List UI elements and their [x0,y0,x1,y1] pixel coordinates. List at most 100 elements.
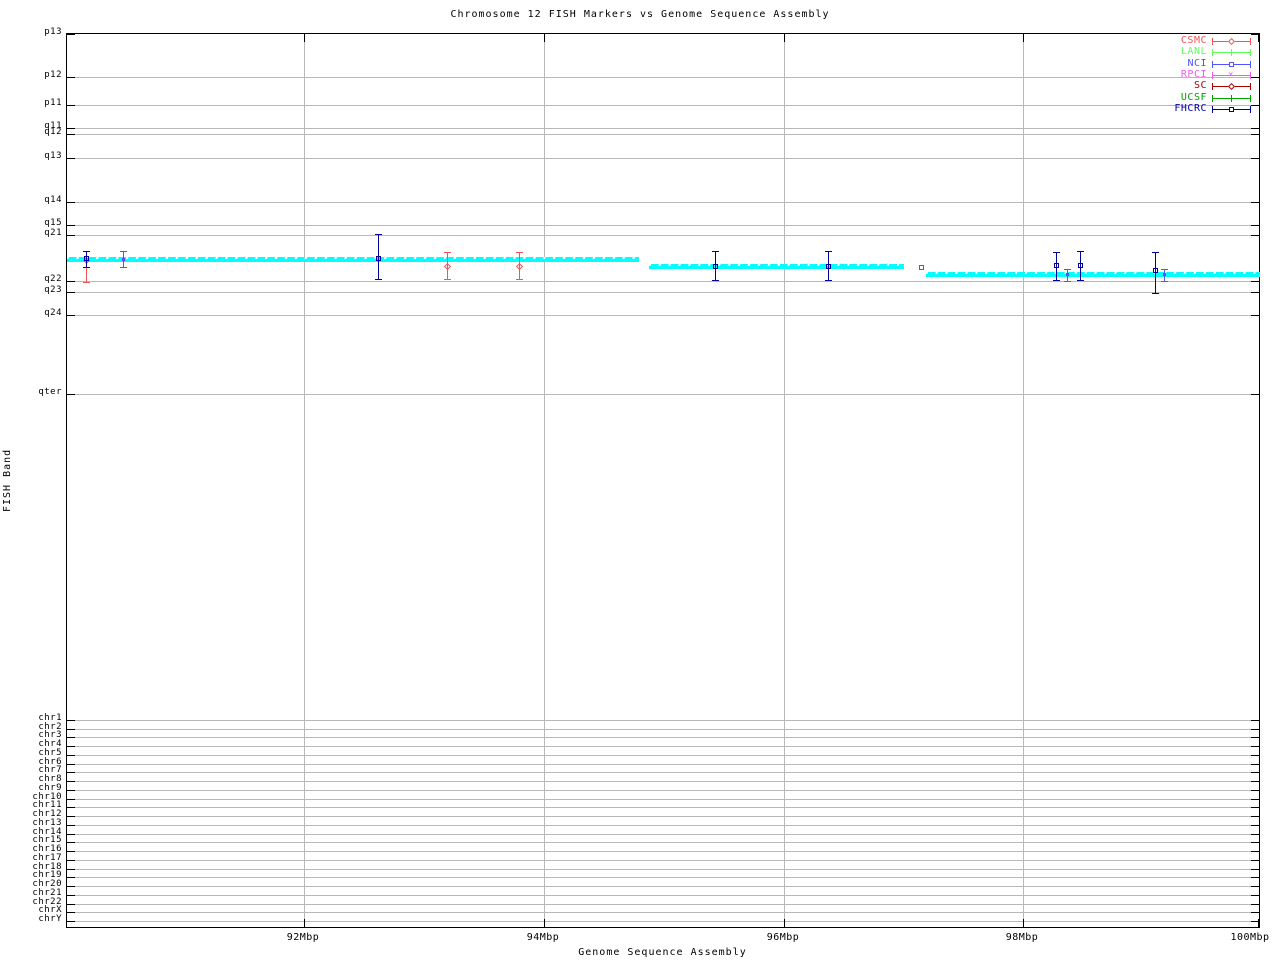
band-gridline [67,202,1259,203]
chrom-gridline [67,860,1259,861]
chrom-gridline [67,816,1259,817]
band-label-qter: qter [38,387,62,397]
right-tick [1251,729,1259,730]
band-gridline [67,105,1259,106]
band-label-p11: p11 [44,98,62,108]
fhcrc-errorbar-cap [1053,252,1060,253]
top-tick [1258,34,1259,42]
right-tick [1251,781,1259,782]
left-tick [67,834,75,835]
left-tick [67,202,75,203]
left-tick [67,134,75,135]
band-label-q23: q23 [44,285,62,295]
legend-label-lanl: LANL [1180,46,1207,58]
chrom-gridline [67,912,1259,913]
legend-cap [1212,94,1213,102]
left-tick [67,225,75,226]
legend-cap [1212,71,1213,79]
csmc-errorbar-cap [516,252,523,253]
band-gridline [67,292,1259,293]
right-tick [1251,292,1259,293]
fhcrc-errorbar-cap [1152,293,1159,294]
fhcrc-errorbar-cap [375,279,382,280]
right-tick [1251,877,1259,878]
left-tick [67,886,75,887]
left-tick [67,877,75,878]
right-tick [1251,764,1259,765]
left-tick [67,755,75,756]
right-tick [1251,851,1259,852]
nci-errorbar-cap [120,267,127,268]
csmc-marker [443,262,452,271]
band-label-q21: q21 [44,228,62,238]
right-tick [1251,134,1259,135]
legend-label-fhcrc: FHCRC [1174,102,1207,114]
band-gridline [67,128,1259,129]
left-tick [67,895,75,896]
band-gridline [67,394,1259,395]
top-tick [784,34,785,42]
nci-marker [919,265,924,270]
left-tick [67,842,75,843]
fhcrc-marker [1078,263,1083,268]
fhcrc-errorbar-cap [83,251,90,252]
nci-errorbar-cap [1161,269,1168,270]
chart: Chromosome 12 FISH Markers vs Genome Seq… [0,0,1280,960]
legend-cap [1250,38,1251,45]
fhcrc-marker [84,256,89,261]
right-tick [1251,860,1259,861]
left-tick [67,235,75,236]
right-tick [1251,842,1259,843]
right-tick [1251,225,1259,226]
chrom-gridline [67,746,1259,747]
legend-cap [1250,49,1251,57]
chrom-gridline [67,799,1259,800]
left-tick [67,292,75,293]
csmc-marker [515,262,524,271]
bottom-tick [784,919,785,927]
top-tick [304,34,305,42]
fhcrc-errorbar-cap [1077,251,1084,252]
fhcrc-errorbar-cap [825,280,832,281]
legend-cap [1212,105,1213,113]
band-gridline [67,77,1259,78]
fhcrc-errorbar-cap [83,267,90,268]
chrom-gridline [67,834,1259,835]
fhcrc-marker [376,256,381,261]
left-tick [67,869,75,870]
chrom-gridline [67,869,1259,870]
band-label-q12: q12 [44,127,62,137]
right-tick [1251,77,1259,78]
right-tick [1251,912,1259,913]
band-label-p13: p13 [44,27,62,37]
left-tick [67,781,75,782]
left-tick [67,904,75,905]
chrom-gridline [67,720,1259,721]
legend-label-ucsf: UCSF [1180,91,1207,103]
right-tick [1251,755,1259,756]
top-tick [544,34,545,42]
nci-errorbar-cap [1064,269,1071,270]
left-tick [67,737,75,738]
right-tick [1251,746,1259,747]
bottom-tick [1023,919,1024,927]
left-tick [67,764,75,765]
nci-legend-symbol [1229,61,1234,67]
left-tick [67,851,75,852]
chrom-label-chrY: chrY [38,914,62,924]
chrom-gridline [67,755,1259,756]
fhcrc-errorbar-cap [375,234,382,235]
assembly-contig-segment [67,257,639,262]
xtick-label-92Mbp: 92Mbp [286,932,320,943]
csmc-errorbar-cap [444,279,451,280]
chrom-gridline [67,737,1259,738]
plot-area [66,33,1260,928]
right-tick [1251,105,1259,106]
lanl-legend-symbol [1231,49,1232,57]
chrom-gridline [67,825,1259,826]
right-tick [1251,834,1259,835]
assembly-contig-dash-pattern [926,272,1260,274]
right-tick [1251,799,1259,800]
assembly-contig-segment [926,272,1260,277]
right-tick [1251,158,1259,159]
